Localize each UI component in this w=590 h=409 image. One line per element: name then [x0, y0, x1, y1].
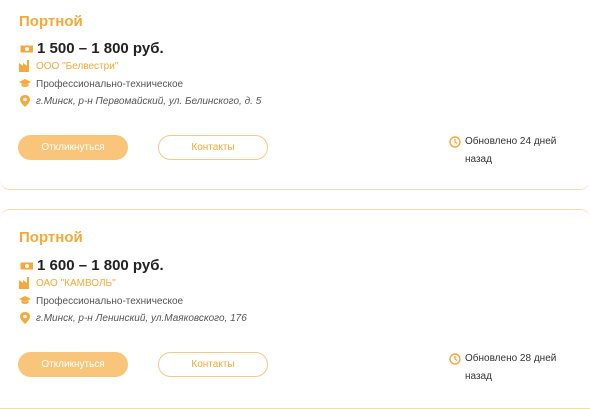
clock-icon: [449, 136, 461, 148]
vacancy-title[interactable]: Портной: [19, 13, 83, 30]
money-icon: [20, 262, 33, 269]
clock-icon: [449, 353, 461, 365]
address-row: г.Минск, р-н Первомайский, ул. Белинског…: [19, 95, 261, 107]
money-icon: [20, 45, 33, 52]
vacancy-card: Портной 1 500 – 1 800 руб. ООО "Белвестр…: [0, 0, 590, 190]
updated-info: Обновлено 24 дней назад: [449, 133, 565, 169]
factory-icon: [19, 60, 29, 72]
salary-row: 1 600 – 1 800 руб.: [19, 257, 164, 274]
company-link[interactable]: ОАО "КАМВОЛЬ": [36, 278, 116, 289]
contacts-button[interactable]: Контакты: [158, 352, 268, 377]
vacancy-card: Портной 1 600 – 1 800 руб. ОАО "КАМВОЛЬ"…: [0, 209, 590, 409]
factory-icon: [19, 277, 29, 289]
updated-info: Обновлено 28 дней назад: [449, 350, 565, 386]
address: г.Минск, р-н Первомайский, ул. Белинског…: [36, 95, 262, 107]
company-row: ОАО "КАМВОЛЬ": [19, 277, 116, 289]
education-row: Профессионально-техническое: [19, 295, 183, 307]
location-pin-icon: [20, 95, 30, 107]
education-row: Профессионально-техническое: [19, 78, 183, 90]
vacancy-title[interactable]: Портной: [19, 229, 83, 246]
graduation-cap-icon: [19, 79, 31, 87]
salary: 1 500 – 1 800 руб.: [37, 40, 164, 57]
graduation-cap-icon: [19, 296, 31, 304]
updated-text: Обновлено 28 дней назад: [465, 353, 557, 382]
location-pin-icon: [20, 312, 30, 324]
salary-row: 1 500 – 1 800 руб.: [19, 40, 164, 57]
salary: 1 600 – 1 800 руб.: [37, 257, 164, 274]
apply-button[interactable]: Откликнуться: [18, 352, 128, 377]
education: Профессионально-техническое: [36, 295, 184, 307]
apply-button[interactable]: Откликнуться: [18, 135, 128, 160]
address: г.Минск, р-н Ленинский, ул.Маяковского, …: [36, 312, 247, 324]
updated-text: Обновлено 24 дней назад: [465, 136, 557, 165]
address-row: г.Минск, р-н Ленинский, ул.Маяковского, …: [19, 312, 247, 324]
contacts-button[interactable]: Контакты: [158, 135, 268, 160]
company-link[interactable]: ООО "Белвестри": [36, 61, 118, 72]
education: Профессионально-техническое: [36, 78, 184, 90]
company-row: ООО "Белвестри": [19, 60, 118, 72]
